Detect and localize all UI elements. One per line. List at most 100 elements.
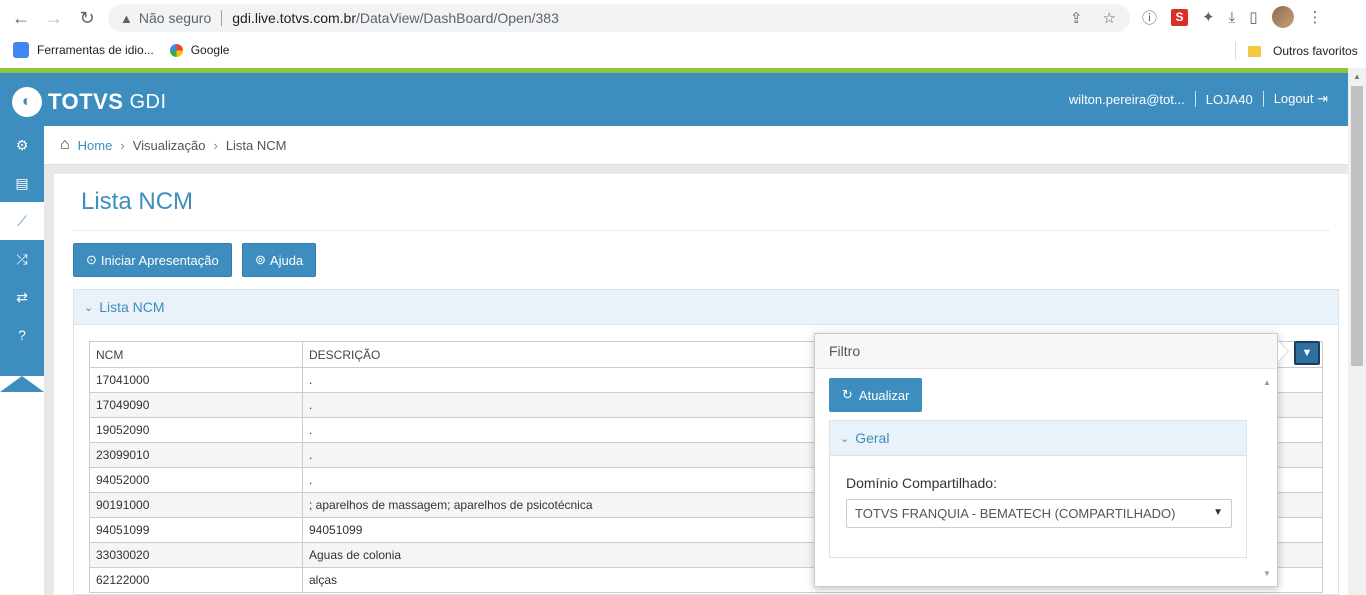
other-bookmarks-label: Outros favoritos xyxy=(1273,44,1358,58)
title-divider xyxy=(73,230,1329,231)
bookmark-google[interactable]: Google xyxy=(169,43,230,57)
puzzle-icon[interactable]: ✦ xyxy=(1202,8,1215,26)
google-icon xyxy=(169,43,183,57)
reload-icon[interactable]: ↻ xyxy=(76,7,98,29)
popover-arrow xyxy=(1278,341,1288,361)
breadcrumb: ⌂ Home › Visualização › Lista NCM xyxy=(44,126,1348,165)
breadcrumb-current: Lista NCM xyxy=(225,137,287,153)
translate-icon xyxy=(13,42,29,58)
cell-ncm: 17049090 xyxy=(89,392,303,418)
help-icon: ? xyxy=(18,327,26,343)
filter-group: ⌄ Geral Domínio Compartilhado: TOTVS FRA… xyxy=(829,420,1247,558)
app-header: ◐ TOTVS GDI wilton.pereira@tot... LOJA40… xyxy=(0,73,1348,126)
profile-avatar[interactable] xyxy=(1271,6,1294,28)
s-extension-icon[interactable]: S xyxy=(1171,8,1189,26)
help-button[interactable]: ⊚ Ajuda xyxy=(242,243,317,277)
bookmark-label: Ferramentas de idio... xyxy=(37,43,154,57)
totvs-logo-icon: ◐ xyxy=(12,87,42,117)
help-label: Ajuda xyxy=(269,252,304,268)
download-icon[interactable]: ⤓ xyxy=(1229,9,1236,26)
chevron-down-icon: ⌄ xyxy=(840,432,850,445)
domain-field-label: Domínio Compartilhado: xyxy=(846,475,997,491)
chevron-right-icon: › xyxy=(120,137,125,153)
cell-ncm: 62122000 xyxy=(89,567,303,593)
domain-select-value: TOTVS FRANQUIA - BEMATECH (COMPARTILHADO… xyxy=(855,506,1176,521)
sidebar-charts[interactable]: ⟋ xyxy=(0,202,44,240)
header-divider xyxy=(1262,91,1264,107)
page-title: Lista NCM xyxy=(81,188,194,215)
logo-product: GDI xyxy=(129,90,167,113)
store-name[interactable]: LOJA40 xyxy=(1206,92,1253,107)
cell-ncm: 19052090 xyxy=(89,417,303,443)
popover-scrollbar[interactable]: ▲ ▼ xyxy=(1261,378,1273,578)
chevron-down-icon: ⌄ xyxy=(84,301,94,314)
cell-ncm: 23099010 xyxy=(89,442,303,468)
logout-icon: ⇥ xyxy=(1317,91,1328,106)
url-path: /DataView/DashBoard/Open/383 xyxy=(355,10,559,26)
address-bar[interactable]: ▲ Não seguro gdi.live.totvs.com.br/DataV… xyxy=(108,4,1130,32)
section-header[interactable]: ⌄ Lista NCM xyxy=(74,290,1338,325)
start-presentation-label: Iniciar Apresentação xyxy=(100,252,219,268)
filter-icon: ▼ xyxy=(1301,347,1313,359)
browser-toolbar: ← → ↻ ▲ Não seguro gdi.live.totvs.com.br… xyxy=(0,0,1366,36)
shuffle-icon: ⤮ xyxy=(16,250,28,267)
cell-ncm: 94051099 xyxy=(89,517,303,543)
domain-select[interactable]: TOTVS FRANQUIA - BEMATECH (COMPARTILHADO… xyxy=(846,499,1232,528)
logout-link[interactable]: Logout ⇥ xyxy=(1274,91,1328,107)
share-icon[interactable]: ⇪ xyxy=(1070,9,1083,27)
user-name[interactable]: wilton.pereira@tot... xyxy=(1069,92,1185,107)
sidebar-random[interactable]: ⤮ xyxy=(0,240,44,278)
bookmark-star-icon[interactable]: ☆ xyxy=(1103,9,1116,27)
sidebar-help[interactable]: ? xyxy=(0,316,44,354)
scrollbar-thumb[interactable] xyxy=(1351,86,1363,366)
scroll-up-icon[interactable]: ▲ xyxy=(1261,378,1273,387)
filter-toggle-button[interactable]: ▼ xyxy=(1294,341,1320,365)
sidebar-sync[interactable]: ⇄ xyxy=(0,278,44,316)
url-host: gdi.live.totvs.com.br xyxy=(232,10,356,26)
logo[interactable]: ◐ TOTVS GDI xyxy=(12,87,167,117)
bookmark-translate[interactable]: Ferramentas de idio... xyxy=(13,42,154,58)
sidebar-documents[interactable]: ▤ xyxy=(0,164,44,202)
bookmark-label: Google xyxy=(190,43,230,57)
header-divider xyxy=(1194,91,1196,107)
refresh-label: Atualizar xyxy=(858,387,910,403)
bookmarks-bar: Ferramentas de idio... Google Outros fav… xyxy=(0,36,1366,64)
gear-icon: ⚙ xyxy=(15,136,29,153)
refresh-icon: ↻ xyxy=(842,387,853,402)
cell-ncm: 33030020 xyxy=(89,542,303,568)
sidebar-settings[interactable]: ⚙ xyxy=(0,126,44,164)
back-icon[interactable]: ← xyxy=(10,7,32,29)
help-extension-icon[interactable]: ⓘ xyxy=(1142,7,1157,28)
column-header-ncm[interactable]: NCM xyxy=(89,341,303,368)
retweet-icon: ⇄ xyxy=(16,288,28,305)
line-chart-icon: ⟋ xyxy=(17,212,27,229)
sidepanel-icon[interactable]: ▯ xyxy=(1249,8,1257,26)
bookmark-divider xyxy=(1235,42,1236,60)
chevron-right-icon: › xyxy=(213,137,218,153)
breadcrumb-home[interactable]: Home xyxy=(78,138,113,153)
menu-icon[interactable]: ⋮ xyxy=(1308,8,1323,26)
scroll-up-icon[interactable]: ▲ xyxy=(1353,72,1361,81)
refresh-button[interactable]: ↻ Atualizar xyxy=(829,378,923,412)
page-scrollbar[interactable]: ▲ xyxy=(1348,68,1366,595)
cell-ncm: 17041000 xyxy=(89,367,303,393)
play-circle-icon: ⊙ xyxy=(86,252,97,267)
folder-icon xyxy=(1248,45,1261,57)
cell-ncm: 94052000 xyxy=(89,467,303,493)
start-presentation-button[interactable]: ⊙ Iniciar Apresentação xyxy=(73,243,232,277)
address-separator xyxy=(221,10,223,26)
filter-popover: Filtro ↻ Atualizar ⌄ Geral Domínio Compa… xyxy=(814,333,1278,587)
question-circle-icon: ⊚ xyxy=(255,252,266,267)
book-icon: ▤ xyxy=(15,174,29,191)
forward-icon[interactable]: → xyxy=(43,7,65,29)
sidebar: ⚙ ▤ ⟋ ⤮ ⇄ ? xyxy=(0,126,44,376)
scroll-down-icon[interactable]: ▼ xyxy=(1261,569,1273,578)
security-label: Não seguro xyxy=(138,10,212,26)
other-bookmarks[interactable]: Outros favoritos xyxy=(1235,42,1358,60)
logout-label: Logout xyxy=(1273,91,1314,106)
home-icon[interactable]: ⌂ xyxy=(60,136,70,154)
section-title: Lista NCM xyxy=(99,299,165,315)
breadcrumb-level1[interactable]: Visualização xyxy=(133,138,206,153)
filter-group-header[interactable]: ⌄ Geral xyxy=(830,421,1246,456)
cell-ncm: 90191000 xyxy=(89,492,303,518)
